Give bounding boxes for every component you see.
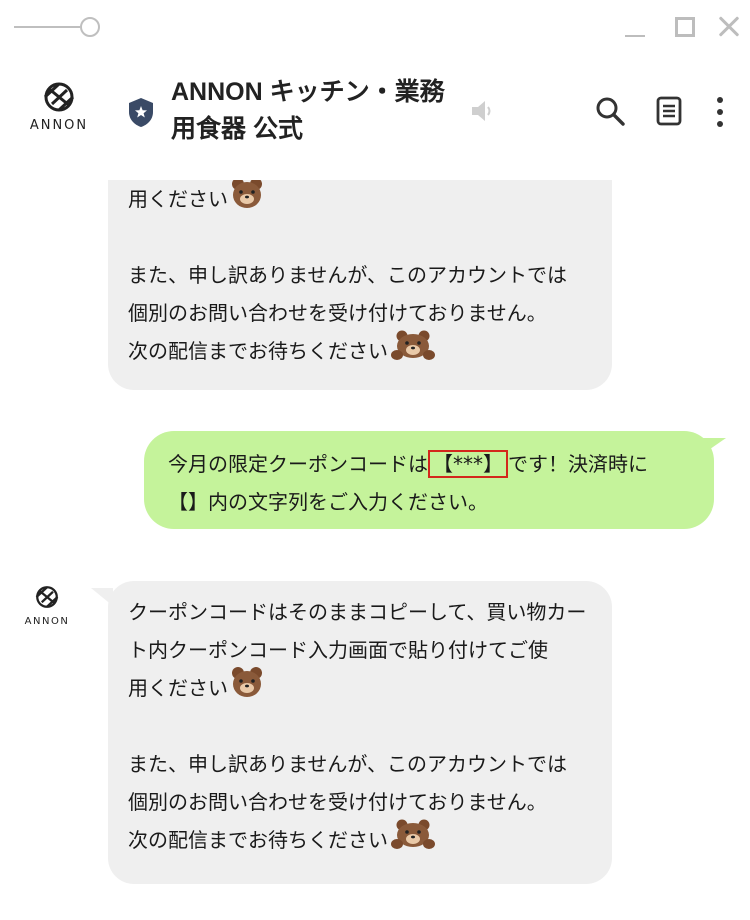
chat-title-line1: ANNON キッチン・業務 <box>171 78 445 106</box>
bear-sticker-icon <box>230 665 264 711</box>
coupon-code-highlight: 【***】 <box>428 450 508 478</box>
message-text: です！決済時に <box>508 452 648 476</box>
incoming-message-bottom: クーポンコードはそのままコピーして、買い物カー ト内クーポンコード入力画面で貼り… <box>108 581 612 884</box>
message-text: 次の配信までお待ちください <box>128 339 388 363</box>
message-text: 個別のお問い合わせを受け付けておりません。 <box>128 790 547 814</box>
maximize-button[interactable] <box>672 14 698 40</box>
more-icon[interactable] <box>716 96 724 132</box>
speaker-icon[interactable] <box>469 99 495 127</box>
annon-logo-icon <box>35 586 59 608</box>
annon-logo-icon <box>43 82 75 112</box>
sender-name: ANNON <box>24 616 70 627</box>
message-text: 個別のお問い合わせを受け付けておりません。 <box>128 301 547 325</box>
message-text: 用ください <box>128 187 228 211</box>
message-text: 次の配信までお待ちください <box>128 828 388 852</box>
note-icon[interactable] <box>655 96 683 130</box>
message-text: ト内クーポンコード入力画面で貼り付けてご使 <box>128 638 548 662</box>
shield-icon <box>127 96 155 132</box>
bear-sticker-icon <box>390 818 436 862</box>
bear-sticker-icon <box>390 329 436 373</box>
message-text: 今月の限定クーポンコードは <box>168 452 428 476</box>
minimize-button[interactable] <box>623 14 649 40</box>
bear-sticker-icon <box>230 176 264 222</box>
slider-knob[interactable] <box>80 17 100 37</box>
message-text: 用ください <box>128 676 228 700</box>
close-button[interactable] <box>716 14 742 40</box>
chat-title-line2: 用食器 公式 <box>171 115 303 143</box>
message-text: また、申し訳ありませんが、このアカウントでは <box>128 263 567 287</box>
sender-avatar[interactable]: ANNON <box>16 584 78 627</box>
outgoing-message: 今月の限定クーポンコードは 【***】 です！決済時に 【】内の文字列をご入力くださ… <box>144 431 714 529</box>
message-text: クーポンコードはそのままコピーして、買い物カー <box>128 600 587 624</box>
message-text: 【】内の文字列をご入力ください。 <box>168 490 488 514</box>
opacity-slider[interactable] <box>14 17 100 37</box>
search-icon[interactable] <box>595 96 625 130</box>
account-avatar[interactable]: ANNON <box>18 80 100 133</box>
chat-title: ANNON キッチン・業務 用食器 公式 <box>171 74 451 148</box>
message-text: また、申し訳ありませんが、このアカウントでは <box>128 752 567 776</box>
logo-text: ANNON <box>29 118 89 133</box>
slider-track[interactable] <box>14 26 80 28</box>
